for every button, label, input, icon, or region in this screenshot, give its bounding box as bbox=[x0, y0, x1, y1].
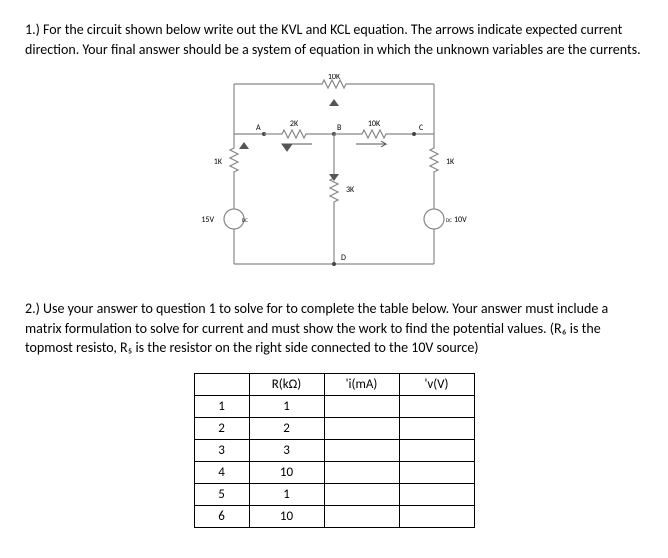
table-row: 3 3 bbox=[194, 439, 474, 461]
dc-left-label: DC bbox=[242, 218, 248, 224]
row-num: 2 bbox=[194, 417, 249, 439]
cell-v bbox=[399, 417, 474, 439]
row-num: 1 bbox=[194, 395, 249, 417]
header-blank bbox=[194, 373, 249, 395]
cell-i bbox=[324, 395, 399, 417]
circuit-svg: 10K 1K 15V DC 1K 10V DC A bbox=[174, 74, 494, 274]
cell-v bbox=[399, 483, 474, 505]
r-right-label: 1K bbox=[446, 157, 455, 167]
cell-v bbox=[399, 505, 474, 527]
v-right-label: 10V bbox=[454, 215, 467, 225]
circuit-diagram: 10K 1K 15V DC 1K 10V DC A bbox=[25, 74, 643, 274]
node-b-label: B bbox=[337, 123, 342, 133]
r-left-label: 1K bbox=[214, 157, 223, 167]
question-1: 1.) For the circuit shown below write ou… bbox=[25, 20, 643, 59]
question-2: 2.) Use your answer to question 1 to sol… bbox=[25, 299, 643, 358]
v-left-label: 15V bbox=[201, 215, 214, 225]
r-top-label: 10K bbox=[328, 74, 341, 82]
cell-r: 3 bbox=[249, 439, 324, 461]
cell-i bbox=[324, 439, 399, 461]
table-row: 6 10 bbox=[194, 505, 474, 527]
row-num: 4 bbox=[194, 461, 249, 483]
table-row: 1 1 bbox=[194, 395, 474, 417]
dc-right-label: DC bbox=[446, 218, 452, 224]
node-a-label: A bbox=[256, 123, 261, 133]
results-table: R(kΩ) 'i(mA) 'v(V) 1 1 2 2 3 3 4 10 5 1 … bbox=[194, 373, 475, 528]
row-num: 5 bbox=[194, 483, 249, 505]
row-num: 3 bbox=[194, 439, 249, 461]
header-i: 'i(mA) bbox=[324, 373, 399, 395]
node-d-label: D bbox=[341, 253, 346, 263]
table-row: 2 2 bbox=[194, 417, 474, 439]
header-r: R(kΩ) bbox=[249, 373, 324, 395]
cell-i bbox=[324, 505, 399, 527]
node-c-label: C bbox=[419, 123, 424, 133]
cell-r: 1 bbox=[249, 483, 324, 505]
question-2-text: 2.) Use your answer to question 1 to sol… bbox=[25, 300, 608, 356]
question-1-text: 1.) For the circuit shown below write ou… bbox=[25, 21, 641, 58]
cell-i bbox=[324, 461, 399, 483]
r-mid-label: 3K bbox=[346, 185, 355, 195]
cell-v bbox=[399, 395, 474, 417]
r-bc-label: 10K bbox=[368, 119, 381, 129]
table-row: 4 10 bbox=[194, 461, 474, 483]
cell-i bbox=[324, 483, 399, 505]
table-header-row: R(kΩ) 'i(mA) 'v(V) bbox=[194, 373, 474, 395]
cell-r: 1 bbox=[249, 395, 324, 417]
cell-r: 10 bbox=[249, 505, 324, 527]
cell-v bbox=[399, 439, 474, 461]
r-ab-label: 2K bbox=[290, 119, 299, 129]
cell-r: 10 bbox=[249, 461, 324, 483]
row-num: 6 bbox=[194, 505, 249, 527]
cell-r: 2 bbox=[249, 417, 324, 439]
header-v: 'v(V) bbox=[399, 373, 474, 395]
cell-v bbox=[399, 461, 474, 483]
cell-i bbox=[324, 417, 399, 439]
table-row: 5 1 bbox=[194, 483, 474, 505]
